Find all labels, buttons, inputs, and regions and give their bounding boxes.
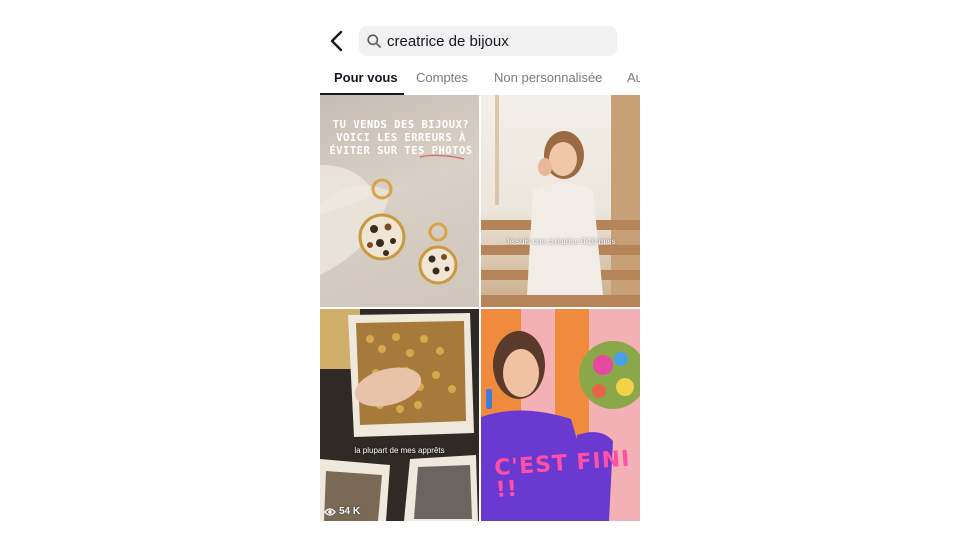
search-input[interactable]: creatrice de bijoux bbox=[359, 26, 617, 56]
video-thumbnail-createur[interactable]: Je suis une créatrice 0/10 mais bbox=[481, 95, 640, 307]
video-thumbnail-earrings[interactable]: TU VENDS DES BIJOUX? VOICI LES ERREURS À… bbox=[320, 95, 479, 307]
video-overlay-text: TU VENDS DES BIJOUX? VOICI LES ERREURS À… bbox=[329, 119, 473, 157]
video-caption: la plupart de mes apprêts bbox=[354, 446, 445, 455]
tab-more[interactable]: Au bbox=[627, 70, 640, 85]
tab-non-personnalisee[interactable]: Non personnalisée bbox=[494, 70, 602, 85]
search-query[interactable]: creatrice de bijoux bbox=[387, 33, 509, 50]
search-icon bbox=[367, 34, 381, 48]
video-thumbnail-apprets[interactable]: la plupart de mes apprêts 54 K bbox=[320, 309, 479, 521]
tab-pour-vous[interactable]: Pour vous bbox=[334, 70, 398, 85]
back-arrow-icon[interactable] bbox=[326, 29, 348, 53]
view-count-value: 54 K bbox=[339, 506, 361, 517]
jewelry-findings-photo bbox=[320, 309, 479, 521]
results-grid: TU VENDS DES BIJOUX? VOICI LES ERREURS À… bbox=[320, 95, 640, 521]
eye-icon bbox=[324, 507, 336, 516]
search-results-screen: creatrice de bijoux Pour vous Comptes No… bbox=[320, 0, 640, 540]
video-thumbnail-cest-fini[interactable]: C'EST FINI !! bbox=[481, 309, 640, 521]
woman-on-stairs-photo bbox=[481, 95, 640, 307]
result-tabs: Pour vous Comptes Non personnalisée Au bbox=[320, 64, 640, 96]
video-caption: Je suis une créatrice 0/10 mais bbox=[505, 237, 616, 246]
view-count: 54 K bbox=[324, 506, 360, 517]
tab-comptes[interactable]: Comptes bbox=[416, 70, 468, 85]
